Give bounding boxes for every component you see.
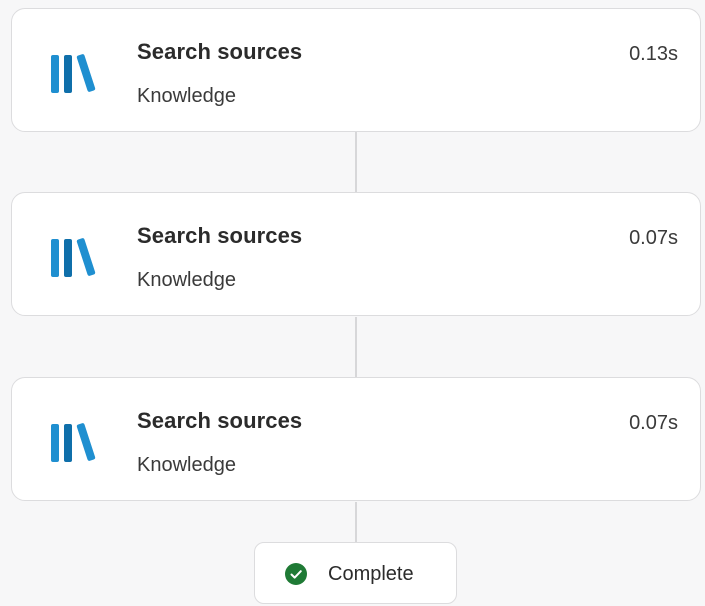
step-card-3[interactable]: Search sources Knowledge 0.07s (11, 377, 701, 501)
step-duration: 0.07s (629, 412, 678, 434)
status-label: Complete (328, 563, 414, 585)
step-subtitle: Knowledge (137, 454, 236, 476)
step-title: Search sources (137, 39, 303, 64)
step-title: Search sources (137, 223, 303, 248)
step-card-1[interactable]: Search sources Knowledge 0.13s (11, 8, 701, 132)
execution-flow: Search sources Knowledge 0.13s Search so… (0, 0, 705, 606)
check-circle-icon (285, 563, 307, 585)
books-icon (51, 238, 96, 277)
step-connector (355, 317, 357, 378)
step-card-2[interactable]: Search sources Knowledge 0.07s (11, 192, 701, 316)
status-badge: Complete (254, 542, 457, 604)
step-duration: 0.13s (629, 43, 678, 65)
step-title: Search sources (137, 408, 303, 433)
step-duration: 0.07s (629, 227, 678, 249)
books-icon (51, 54, 96, 93)
step-connector (355, 132, 357, 193)
step-subtitle: Knowledge (137, 85, 236, 107)
step-connector (355, 502, 357, 544)
books-icon (51, 423, 96, 462)
step-subtitle: Knowledge (137, 269, 236, 291)
